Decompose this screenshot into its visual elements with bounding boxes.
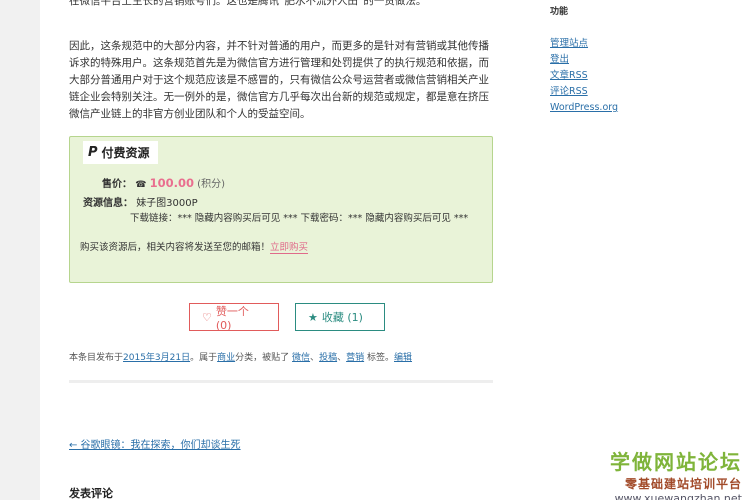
sidebar-item-logout[interactable]: 登出 [550, 52, 618, 68]
tag-link[interactable]: 投稿 [319, 353, 337, 363]
favorite-button[interactable]: ★ 收藏 (1) [295, 303, 385, 331]
article-paragraph: 在微信平台上生长的营销账号们。这也是腾讯“肥水不流外人田”的一贯做法。 [69, 0, 427, 7]
notice-row: 购买该资源后，相关内容将发送至您的邮箱！立即购买 [80, 239, 309, 254]
like-button[interactable]: ♡ 赞一个 (0) [189, 303, 279, 332]
watermark-subtitle: 零基础建站培训平台 [624, 477, 742, 491]
sidebar-item-wordpress-org[interactable]: WordPress.org [550, 100, 618, 116]
watermark: 学做网站论坛 零基础建站培训平台 www.xuewangzhan.net [610, 446, 742, 500]
coin-icon: ☎ [135, 180, 147, 190]
action-buttons: ♡ 赞一个 (0) ★ 收藏 (1) [189, 303, 385, 332]
info-label: 资源信息： [83, 198, 133, 209]
buy-now-link[interactable]: 立即购买 [270, 242, 309, 254]
paid-resource-box: P 付费资源 售价： ☎ 100.00 (积分) 资源信息： 妹子图3000P … [69, 136, 493, 283]
comment-heading: 发表评论 [69, 487, 113, 500]
meta-text: 本条目发布于 [69, 353, 124, 363]
divider [69, 380, 493, 383]
tag-link[interactable]: 微信 [292, 353, 310, 363]
article-paragraph: 因此，这条规范中的大部分内容，并不针对普通的用户，而更多的是针对有营销或其他传播… [69, 40, 489, 120]
info-row: 资源信息： 妹子图3000P [83, 194, 198, 209]
paid-resource-title-text: 付费资源 [101, 146, 150, 160]
sidebar-item-comments-rss[interactable]: 评论RSS [550, 84, 618, 100]
paypal-icon: P [88, 145, 98, 160]
post-meta: 本条目发布于2015年3月21日。属于商业分类，被贴了 微信、投稿、营销 标签。… [69, 353, 413, 363]
watermark-url: www.xuewangzhan.net [614, 492, 742, 500]
edit-link[interactable]: 编辑 [394, 353, 412, 363]
star-icon: ★ [308, 310, 318, 324]
price-value: 100.00 [149, 176, 194, 190]
post-date-link[interactable]: 2015年3月21日 [123, 353, 190, 363]
sidebar-item-site-admin[interactable]: 管理站点 [550, 36, 618, 52]
category-link[interactable]: 商业 [217, 353, 235, 363]
meta-text: 标签。 [366, 353, 394, 363]
info-value: 妹子图3000P [136, 198, 198, 209]
meta-text: 分类，被贴了 [235, 353, 290, 363]
paid-resource-title: P 付费资源 [83, 141, 158, 164]
previous-post-link[interactable]: ← 谷歌眼镜：我在探索，你们却谈生死 [69, 436, 241, 451]
tag-link[interactable]: 营销 [346, 353, 364, 363]
heart-icon: ♡ [202, 310, 212, 324]
sidebar-title: 功能 [550, 7, 569, 17]
like-label: 赞一个 (0) [215, 304, 249, 332]
watermark-title: 学做网站论坛 [610, 450, 742, 474]
sidebar-list: 管理站点 登出 文章RSS 评论RSS WordPress.org [550, 36, 618, 116]
meta-text: 。属于 [190, 353, 218, 363]
download-info: 下载链接：*** 隐藏内容购买后可见 *** 下载密码：*** 隐藏内容购买后可… [130, 213, 469, 224]
price-unit: (积分) [197, 179, 225, 190]
price-row: 售价： ☎ 100.00 (积分) [102, 175, 225, 190]
page: 在微信平台上生长的营销账号们。这也是腾讯“肥水不流外人田”的一贯做法。 因此，这… [40, 0, 750, 500]
purchase-notice: 购买该资源后，相关内容将发送至您的邮箱！ [80, 242, 271, 253]
sidebar-item-entries-rss[interactable]: 文章RSS [550, 68, 618, 84]
price-label: 售价： [102, 179, 132, 190]
favorite-label: 收藏 (1) [321, 311, 363, 324]
